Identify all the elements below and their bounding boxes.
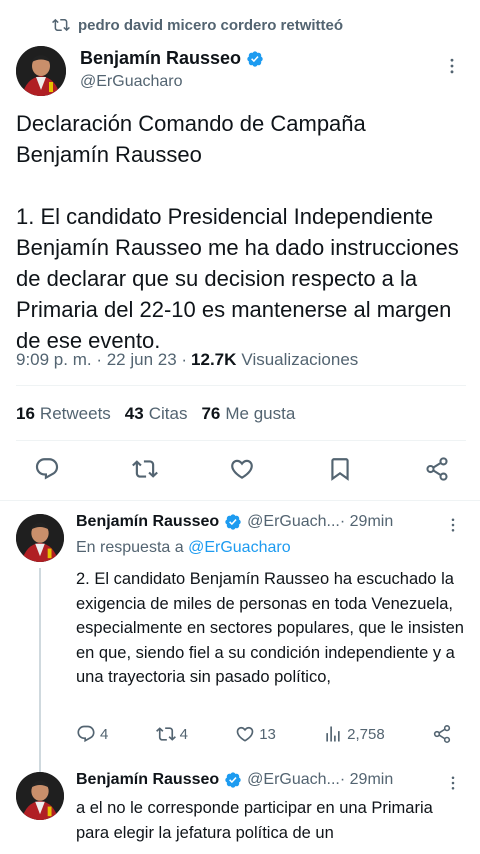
in-reply-to: En respuesta a @ErGuacharo (76, 539, 291, 557)
reply-tweet[interactable]: Benjamín Rausseo @ErGuach... · 29min a e… (0, 766, 480, 854)
more-options-icon[interactable] (444, 774, 462, 792)
like-icon[interactable] (229, 456, 255, 482)
retweet-action[interactable]: 4 (155, 724, 188, 744)
divider (16, 385, 466, 386)
retweets-label: Retweets (39, 404, 111, 423)
reply-icon (77, 725, 95, 743)
author-name[interactable]: Benjamín Rausseo (76, 513, 219, 531)
avatar[interactable] (16, 46, 66, 96)
author-name[interactable]: Benjamín Rausseo (76, 771, 219, 789)
quotes-stat[interactable]: 43 Citas (125, 404, 188, 424)
author-name[interactable]: Benjamín Rausseo (80, 48, 241, 69)
tweet-text: 2. El candidato Benjamín Rausseo ha escu… (76, 570, 464, 686)
avatar-image (16, 514, 64, 562)
reply-icon[interactable] (34, 456, 60, 482)
reply-tweet[interactable]: Benjamín Rausseo @ErGuach... · 29min En … (0, 500, 480, 766)
tweet-timestamp[interactable]: · 29min (340, 513, 393, 531)
quotes-count: 43 (124, 404, 144, 423)
more-options-icon[interactable] (442, 56, 462, 76)
retweet-icon (155, 727, 176, 741)
avatar-image (16, 46, 66, 96)
likes-stat[interactable]: 76 Me gusta (201, 404, 295, 424)
retweet-icon (52, 18, 70, 32)
views-chart-icon (326, 726, 340, 742)
reply-action[interactable]: 4 (76, 724, 108, 744)
reply-actions: 4 4 13 2,758 (76, 724, 452, 744)
avatar-image (16, 772, 64, 820)
quotes-label: Citas (148, 404, 188, 423)
retweets-stat[interactable]: 16 Retweets (16, 404, 111, 424)
engagement-stats: 16 Retweets 43 Citas 76 Me gusta (16, 404, 295, 424)
views-count: 2,758 (347, 725, 385, 743)
tweet-actions (34, 456, 450, 482)
views-label: Visualizaciones (241, 350, 359, 369)
retweet-icon[interactable] (131, 456, 158, 482)
reply-header: Benjamín Rausseo @ErGuach... · 29min (76, 513, 393, 531)
divider (16, 440, 466, 441)
more-options-icon[interactable] (444, 516, 462, 534)
tweet-timestamp[interactable]: 9:09 p. m. · 22 jun 23 · (16, 350, 187, 370)
author-row[interactable]: Benjamín Rausseo (80, 48, 264, 69)
likes-count: 76 (201, 404, 221, 423)
verified-badge-icon (247, 50, 263, 67)
views-count: 12.7K (191, 350, 237, 369)
verified-badge-icon (225, 772, 241, 788)
share-icon[interactable] (432, 724, 452, 744)
thread-connector (39, 568, 41, 766)
author-handle[interactable]: @ErGuach... (247, 513, 340, 531)
like-icon (236, 726, 254, 742)
verified-badge-icon (225, 514, 241, 530)
tweet-meta: 9:09 p. m. · 22 jun 23 · 12.7K Visualiza… (16, 350, 358, 370)
retweets-count: 16 (16, 404, 35, 423)
author-handle[interactable]: @ErGuacharo (80, 73, 183, 91)
retweet-count: 4 (179, 725, 188, 743)
reply-count: 4 (100, 725, 109, 743)
reply-header: Benjamín Rausseo @ErGuach... · 29min (76, 771, 393, 789)
tweet-timestamp[interactable]: · 29min (340, 771, 393, 789)
like-action[interactable]: 13 (235, 724, 276, 744)
likes-label: Me gusta (225, 404, 296, 423)
like-count: 13 (259, 725, 276, 743)
bookmark-icon[interactable] (327, 456, 353, 482)
views-action[interactable]: 2,758 (323, 724, 385, 744)
avatar[interactable] (16, 772, 64, 820)
retweeted-by-text: pedro david micero cordero retwitteó (78, 16, 344, 34)
in-reply-handle-link[interactable]: @ErGuacharo (188, 539, 291, 556)
retweeted-by-bar[interactable]: pedro david micero cordero retwitteó (52, 14, 343, 36)
share-icon[interactable] (424, 456, 450, 482)
author-handle[interactable]: @ErGuach... (247, 771, 340, 789)
tweet-text: Declaración Comando de Campaña Benjamín … (16, 111, 459, 353)
avatar[interactable] (16, 514, 64, 562)
in-reply-prefix: En respuesta a (76, 539, 189, 556)
tweet-text: a el no le corresponde participar en una… (76, 799, 433, 842)
